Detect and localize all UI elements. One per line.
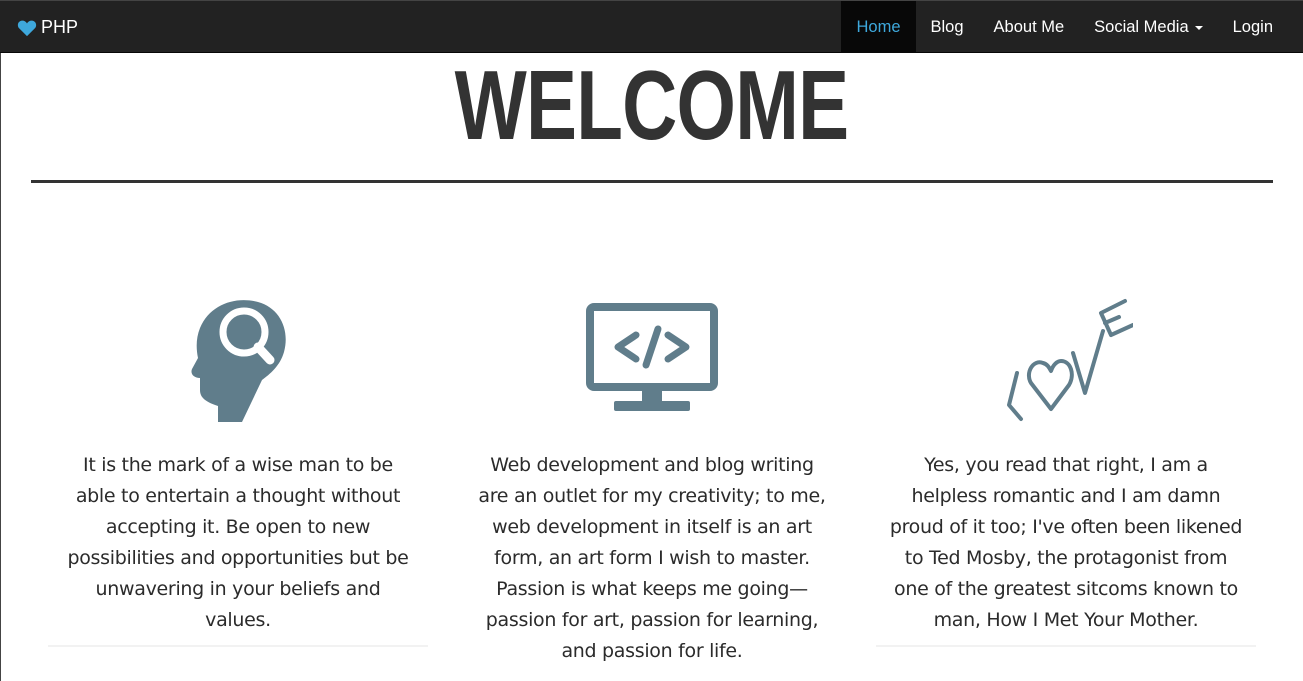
page-title: WELCOME [454,50,849,160]
nav-social-media-label: Social Media [1094,17,1189,36]
feature-text: It is the mark of a wise man to be able … [67,454,409,631]
monitor-code-icon [457,290,847,430]
nav-login[interactable]: Login [1218,1,1288,53]
caret-down-icon [1194,26,1203,30]
nav-home[interactable]: Home [841,1,916,53]
main-nav: Home Blog About Me Social Media Login [841,1,1288,53]
nav-blog[interactable]: Blog [916,1,979,53]
card-divider [48,645,428,647]
brand-link[interactable]: PHP [17,1,78,54]
feature-card-wisdom: It is the mark of a wise man to be able … [43,290,433,647]
love-icon [871,290,1261,430]
brand-label: PHP [41,17,79,37]
card-divider [876,645,1256,647]
feature-card-webdev: Web development and blog writing are an … [457,290,847,667]
feature-card-romance: Yes, you read that right, I am a helples… [871,290,1261,647]
nav-social-media-dropdown[interactable]: Social Media [1079,1,1217,53]
title-divider [31,180,1273,183]
page-border [0,53,1,681]
heart-icon [17,19,37,37]
feature-text: Yes, you read that right, I am a helples… [889,454,1243,631]
feature-text: Web development and blog writing are an … [478,454,826,662]
top-navbar: PHP Home Blog About Me Social Media Logi… [0,0,1303,53]
nav-about-me[interactable]: About Me [979,1,1080,53]
head-magnifier-icon [43,290,433,430]
